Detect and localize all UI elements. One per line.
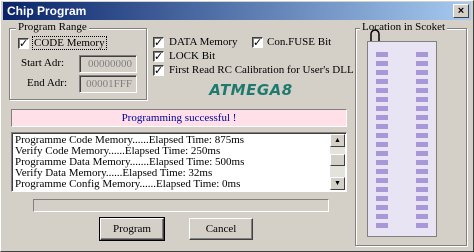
socket-pin [376, 124, 388, 129]
start-address-field[interactable]: 00000000 [79, 55, 137, 73]
socket-pin [416, 169, 428, 174]
config-fuse-label[interactable]: Con.FUSE Bit [267, 36, 331, 48]
socket-pin [416, 106, 428, 111]
program-button[interactable]: Program [99, 217, 165, 241]
socket-pin [376, 52, 388, 57]
status-message: Programming successful ! [11, 109, 347, 127]
first-read-rc-checkbox[interactable]: ✓ [153, 65, 164, 76]
socket-pin [376, 196, 388, 201]
config-fuse-checkbox[interactable]: ✓ [252, 37, 263, 48]
socket-pin [416, 178, 428, 183]
socket-pin [376, 178, 388, 183]
end-address-label: End Adr: [27, 77, 68, 89]
socket-pin [376, 70, 388, 75]
program-range-legend: Program Range [16, 21, 89, 33]
socket-pin [376, 133, 388, 138]
socket-pin [416, 115, 428, 120]
socket-pin [416, 61, 428, 66]
data-memory-checkbox[interactable]: ✓ [153, 37, 164, 48]
data-memory-label[interactable]: DATA Memory [169, 36, 237, 48]
lock-bit-checkbox[interactable]: ✓ [153, 51, 164, 62]
socket-pin [416, 142, 428, 147]
title-bar[interactable]: Chip Program × [3, 2, 471, 20]
socket-pin [376, 106, 388, 111]
socket-pin [376, 88, 388, 93]
code-memory-label[interactable]: CODE Memory [32, 36, 107, 50]
socket-pin [376, 61, 388, 66]
log-scrollbar[interactable]: ▲ ▼ [330, 134, 345, 190]
chip-program-window: Chip Program × Program Range ✓ CODE Memo… [0, 0, 474, 252]
chip-socket [367, 41, 437, 237]
socket-pin [416, 133, 428, 138]
socket-pin [376, 205, 388, 210]
socket-pin [416, 205, 428, 210]
code-memory-checkbox[interactable]: ✓ [18, 38, 29, 49]
socket-pin [416, 223, 428, 228]
socket-pin [376, 169, 388, 174]
window-title: Chip Program [7, 4, 87, 18]
start-address-label: Start Adr: [21, 57, 65, 69]
socket-pin [376, 115, 388, 120]
socket-pin [416, 214, 428, 219]
socket-pin [376, 160, 388, 165]
socket-pin [376, 214, 388, 219]
socket-pin [416, 88, 428, 93]
socket-pin [376, 97, 388, 102]
end-address-field[interactable]: 00001FFF [79, 75, 137, 93]
socket-pin [376, 151, 388, 156]
socket-pin [416, 52, 428, 57]
close-button[interactable]: × [453, 4, 469, 18]
socket-pin [376, 79, 388, 84]
socket-pin [376, 187, 388, 192]
lock-bit-label[interactable]: LOCK Bit [169, 50, 215, 62]
socket-pin [416, 196, 428, 201]
socket-pin [376, 223, 388, 228]
scroll-up-icon[interactable]: ▲ [330, 134, 345, 147]
socket-pin [416, 70, 428, 75]
first-read-rc-label[interactable]: First Read RC Calibration for User's DLL [169, 64, 354, 76]
socket-pin [416, 187, 428, 192]
scroll-down-icon[interactable]: ▼ [330, 177, 345, 190]
progress-bar [33, 199, 329, 212]
socket-pin [416, 97, 428, 102]
socket-pin [416, 124, 428, 129]
socket-pin [416, 160, 428, 165]
log-listbox[interactable]: Programme Code Memory......Elapsed Time:… [11, 132, 347, 192]
chip-name: ATMEGA8 [209, 81, 293, 99]
socket-pin [376, 142, 388, 147]
socket-pin [416, 151, 428, 156]
cancel-button[interactable]: Cancel [189, 218, 253, 240]
log-line: Programme Config Memory......Elapsed Tim… [15, 178, 241, 190]
socket-pin [416, 79, 428, 84]
scroll-thumb[interactable] [330, 154, 345, 166]
